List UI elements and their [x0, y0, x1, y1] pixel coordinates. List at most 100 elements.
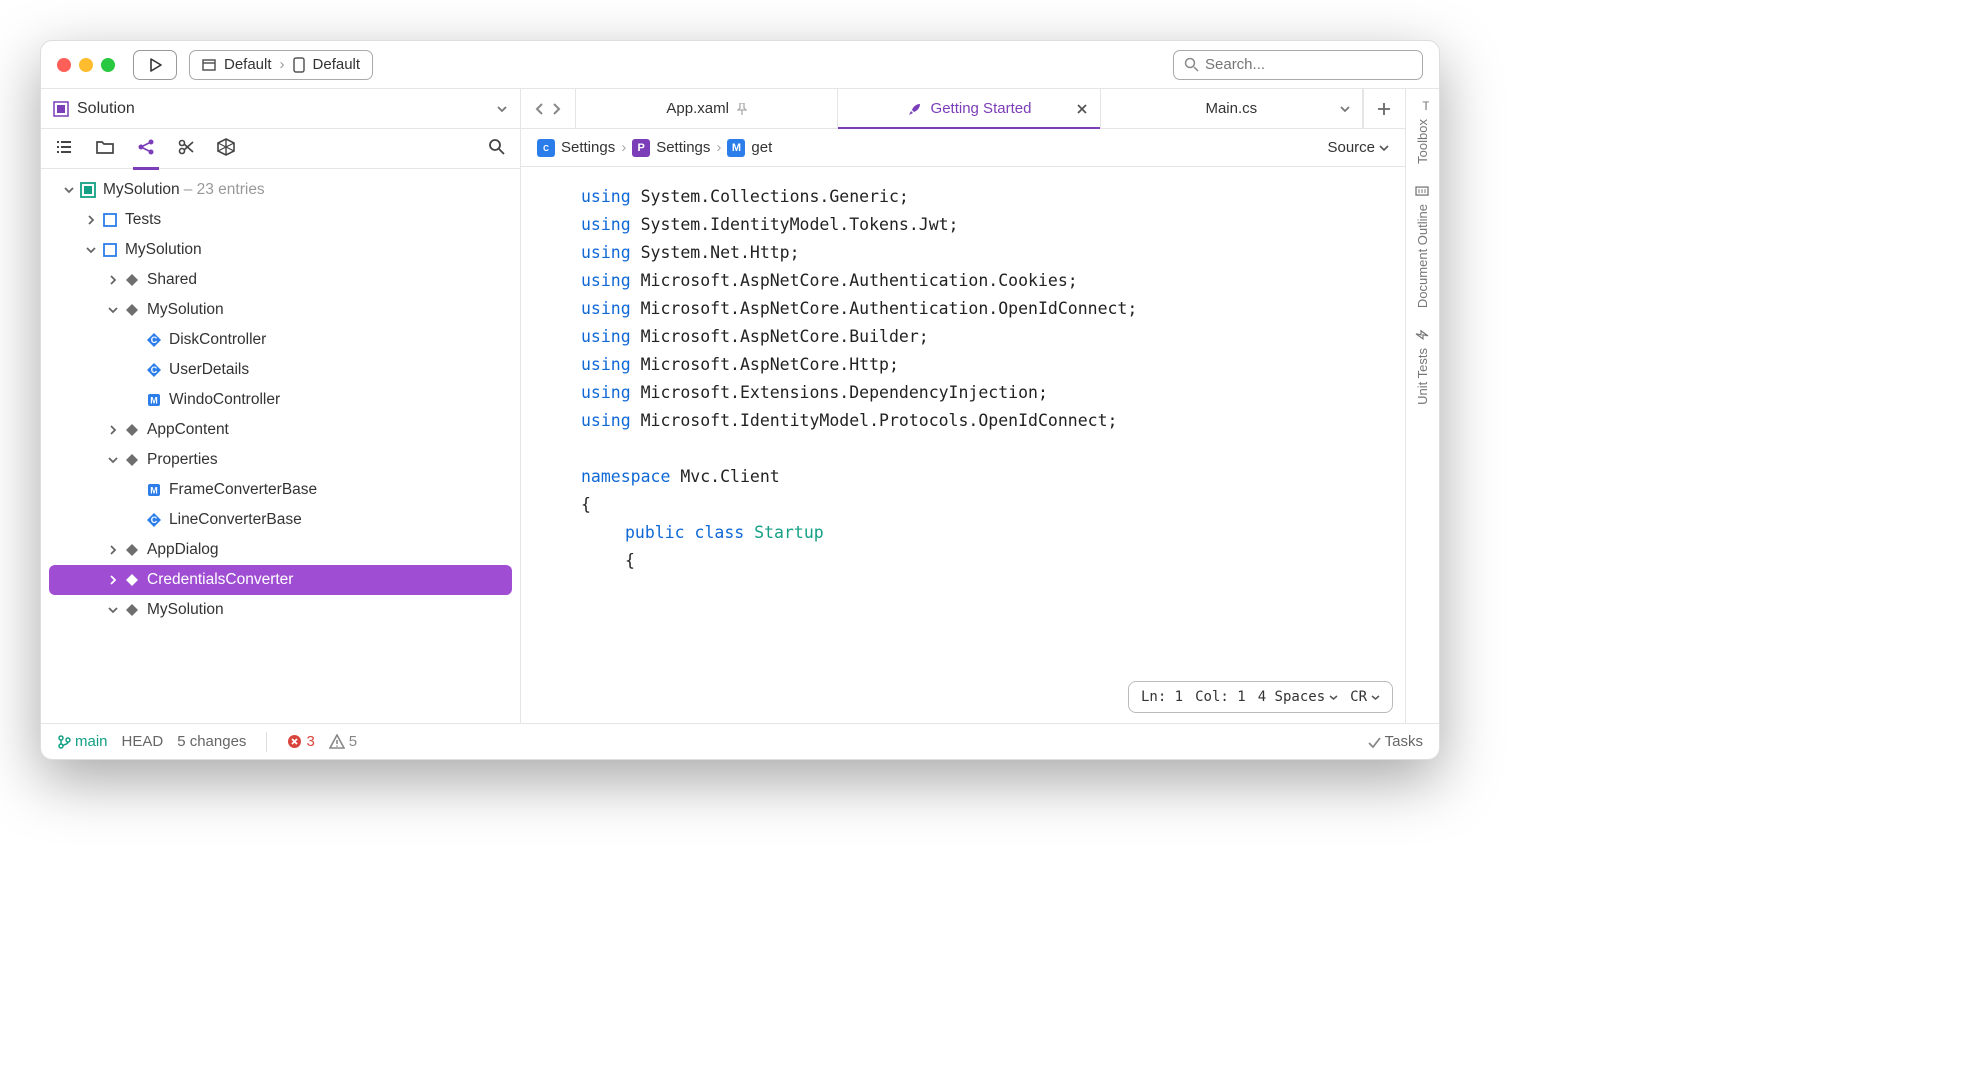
- expand-toggle[interactable]: [63, 184, 79, 196]
- tree-item-label: LineConverterBase: [169, 511, 302, 529]
- diamond-icon: [123, 421, 141, 439]
- errors-count[interactable]: 3: [287, 733, 314, 750]
- diamond-icon: [123, 541, 141, 559]
- mfile-icon: M: [145, 481, 163, 499]
- minimize-window-button[interactable]: [79, 58, 93, 72]
- expand-toggle[interactable]: [107, 574, 123, 586]
- branch-icon: [57, 735, 71, 749]
- breadcrumbs: C Settings › P Settings › M get Source: [521, 129, 1405, 167]
- tree-item-appcontent[interactable]: AppContent: [41, 415, 520, 445]
- expand-toggle[interactable]: [85, 214, 101, 226]
- expand-toggle[interactable]: [107, 604, 123, 616]
- tree-item-frameconverterbase[interactable]: MFrameConverterBase: [41, 475, 520, 505]
- cursor-line[interactable]: Ln: 1: [1141, 683, 1183, 711]
- diamond-icon: [123, 451, 141, 469]
- tree-item-mysolution[interactable]: MySolution: [41, 235, 520, 265]
- breadcrumb-item[interactable]: Settings: [656, 139, 710, 156]
- expand-toggle[interactable]: [107, 424, 123, 436]
- git-changes[interactable]: 5 changes: [177, 733, 246, 750]
- search-box[interactable]: [1173, 50, 1423, 80]
- nav-forward-button[interactable]: [551, 102, 561, 116]
- editor-status-pill: Ln: 1 Col: 1 4 Spaces CR: [1128, 681, 1393, 713]
- sidebar-toolbar: [41, 129, 520, 169]
- source-dropdown[interactable]: Source: [1327, 139, 1389, 156]
- tree-item-mysolution[interactable]: MySolution: [41, 295, 520, 325]
- target-name: Default: [313, 56, 361, 73]
- svg-text:M: M: [150, 396, 158, 406]
- chevron-down-icon[interactable]: [496, 103, 508, 115]
- tree-item-subtitle: – 23 entries: [184, 181, 265, 199]
- code-editor[interactable]: using System.Collections.Generic;using S…: [521, 167, 1405, 723]
- folder-view-button[interactable]: [95, 138, 115, 160]
- tree-item-label: Tests: [125, 211, 161, 229]
- search-input[interactable]: [1205, 56, 1412, 73]
- line-ending-selector[interactable]: CR: [1350, 683, 1380, 711]
- expand-toggle[interactable]: [107, 274, 123, 286]
- breadcrumb-item[interactable]: Settings: [561, 139, 615, 156]
- rail-toolbox[interactable]: Toolbox T: [1415, 99, 1430, 164]
- chevron-down-icon[interactable]: [1340, 104, 1350, 114]
- tree-item-label: UserDetails: [169, 361, 249, 379]
- tree-item-tests[interactable]: Tests: [41, 205, 520, 235]
- config-name: Default: [224, 56, 272, 73]
- tree-item-label: Properties: [147, 451, 218, 469]
- tree-item-windocontroller[interactable]: MWindoController: [41, 385, 520, 415]
- expand-toggle[interactable]: [85, 244, 101, 256]
- maximize-window-button[interactable]: [101, 58, 115, 72]
- window-icon: [202, 58, 216, 72]
- solution-pad-icon: [53, 101, 69, 117]
- run-button[interactable]: [133, 50, 177, 80]
- run-config-selector[interactable]: Default › Default: [189, 50, 373, 80]
- editor-area: App.xaml Getting Started Main.cs: [521, 89, 1405, 723]
- git-branch[interactable]: main: [57, 733, 108, 750]
- tab-app-xaml[interactable]: App.xaml: [576, 89, 838, 128]
- tab-getting-started[interactable]: Getting Started: [838, 89, 1100, 128]
- cursor-col[interactable]: Col: 1: [1195, 683, 1246, 711]
- tree-item-appdialog[interactable]: AppDialog: [41, 535, 520, 565]
- chevron-right-icon: ›: [280, 56, 285, 73]
- rail-document-outline[interactable]: Document Outline: [1415, 184, 1430, 308]
- tree-item-label: MySolution: [147, 601, 224, 619]
- breadcrumb-item[interactable]: get: [751, 139, 772, 156]
- expand-toggle[interactable]: [107, 454, 123, 466]
- svg-text:C: C: [543, 144, 549, 153]
- tab-main-cs[interactable]: Main.cs: [1101, 89, 1363, 128]
- rocket-icon: [907, 101, 923, 117]
- tasks-button[interactable]: Tasks: [1367, 733, 1423, 750]
- scissors-button[interactable]: [177, 138, 195, 160]
- tab-close-button[interactable]: [1076, 103, 1088, 115]
- tree-item-diskcontroller[interactable]: CDiskController: [41, 325, 520, 355]
- tree-item-credentialsconverter[interactable]: CredentialsConverter: [49, 565, 512, 595]
- tree-item-mysolution[interactable]: MySolution– 23 entries: [41, 175, 520, 205]
- tree-item-mysolution[interactable]: MySolution: [41, 595, 520, 625]
- indent-selector[interactable]: 4 Spaces: [1258, 683, 1338, 711]
- expand-toggle[interactable]: [107, 304, 123, 316]
- expand-toggle[interactable]: [107, 544, 123, 556]
- error-icon: [287, 734, 302, 749]
- tab-label: App.xaml: [666, 100, 729, 117]
- unity-button[interactable]: [217, 138, 235, 160]
- solution-sidebar: Solution: [41, 89, 521, 723]
- cfile-icon: C: [145, 511, 163, 529]
- rail-unit-tests[interactable]: Unit Tests: [1415, 328, 1430, 405]
- close-window-button[interactable]: [57, 58, 71, 72]
- new-tab-button[interactable]: [1363, 89, 1405, 128]
- device-icon: [293, 57, 305, 73]
- chevron-right-icon: ›: [716, 139, 721, 156]
- main-row: Solution: [41, 89, 1439, 723]
- warnings-count[interactable]: 5: [329, 733, 357, 750]
- tree-item-lineconverterbase[interactable]: C LineConverterBase: [41, 505, 520, 535]
- tree-item-userdetails[interactable]: CUserDetails: [41, 355, 520, 385]
- solution-tree[interactable]: MySolution– 23 entriesTestsMySolutionSha…: [41, 169, 520, 723]
- sidebar-search-button[interactable]: [488, 138, 506, 160]
- git-head[interactable]: HEAD: [122, 733, 164, 750]
- list-view-button[interactable]: [55, 138, 73, 160]
- solution-icon: [79, 181, 97, 199]
- tree-item-properties[interactable]: Properties: [41, 445, 520, 475]
- svg-text:M: M: [150, 486, 158, 496]
- pin-icon: [737, 103, 747, 115]
- tree-item-shared[interactable]: Shared: [41, 265, 520, 295]
- share-view-button[interactable]: [137, 138, 155, 160]
- chevron-right-icon: ›: [621, 139, 626, 156]
- nav-back-button[interactable]: [535, 102, 545, 116]
